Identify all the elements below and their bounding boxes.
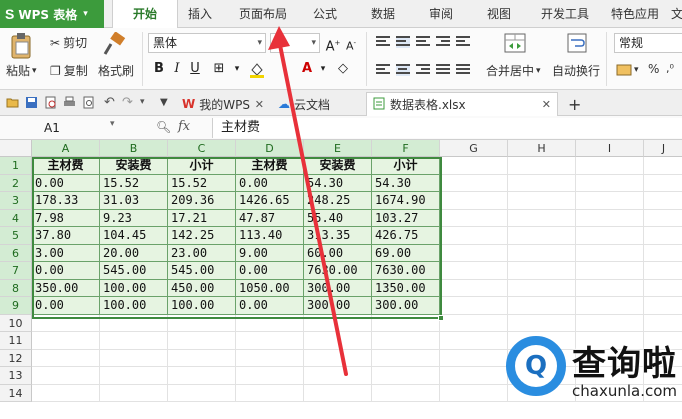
watermark-logo: Q 查询啦 chaxunla.com: [498, 330, 682, 410]
watermark-title: 查询啦: [572, 344, 677, 384]
magnifier-logo-icon: Q: [506, 336, 566, 396]
watermark-url: chaxunla.com: [572, 382, 677, 400]
